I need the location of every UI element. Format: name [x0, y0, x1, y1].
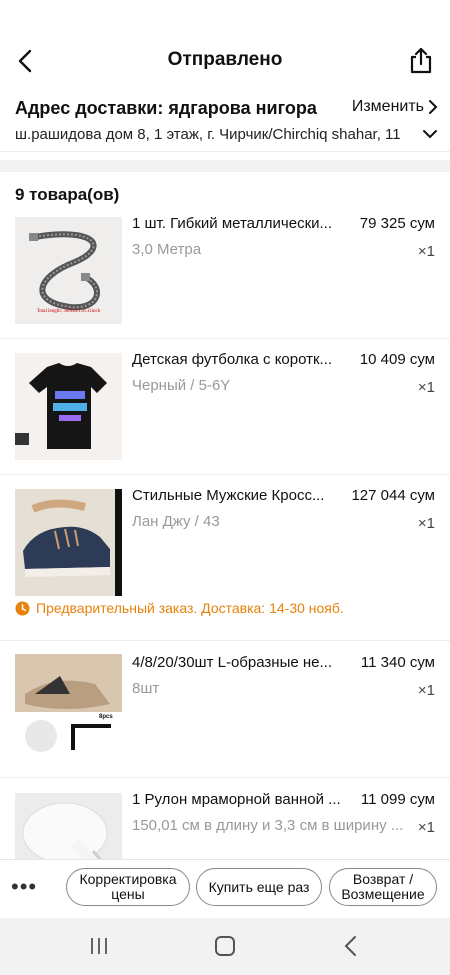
product-variant: 150,01 см в длину и 3,3 см в ширину ...: [132, 817, 404, 834]
share-icon[interactable]: [408, 46, 434, 74]
product-image-caption: Total length: 300cm/118.11inch: [36, 309, 101, 314]
product-image-sneakers[interactable]: [15, 489, 122, 596]
product-name[interactable]: 1 шт. Гибкий металлически...: [132, 215, 342, 232]
price-adjust-button[interactable]: Корректировка цены: [66, 868, 190, 906]
return-refund-button[interactable]: Возврат / Возмещение: [329, 868, 437, 906]
top-app-bar: Отправлено: [0, 38, 450, 84]
preorder-text: Предварительный заказ. Доставка: 14-30 н…: [36, 600, 344, 616]
nav-back-icon[interactable]: [343, 935, 359, 957]
page-title: Отправлено: [167, 49, 283, 70]
product-image-kids-tshirt[interactable]: [15, 353, 122, 460]
product-image-caption: 8pcs: [99, 714, 113, 720]
more-options-button[interactable]: •••: [11, 874, 37, 900]
product-quantity: ×1: [417, 819, 435, 836]
product-name[interactable]: 1 Рулон мраморной ванной ...: [132, 791, 342, 808]
clock-icon: [15, 600, 30, 616]
items-count: 9 товара(ов): [15, 185, 120, 204]
list-item[interactable]: Детская футболка с коротк... 10 409 сум …: [0, 339, 450, 475]
product-quantity: ×1: [417, 243, 435, 260]
product-quantity: ×1: [417, 515, 435, 532]
system-navigation-bar: [0, 918, 450, 975]
chevron-right-icon: [429, 100, 438, 114]
delivery-address-title: Адрес доставки: ядгарова нигора: [15, 98, 317, 118]
section-divider: [0, 160, 450, 172]
product-price: 127 044 сум: [351, 487, 435, 504]
bottom-action-bar: ••• Корректировка цены Купить еще раз Во…: [0, 859, 450, 917]
change-address-label: Изменить: [351, 98, 424, 115]
list-item[interactable]: Total length: 300cm/118.11inch 1 шт. Гиб…: [0, 203, 450, 339]
product-image-marble-tape[interactable]: [15, 793, 122, 859]
delivery-address-line: ш.рашидова дом 8, 1 этаж, г. Чирчик/Chir…: [15, 126, 401, 143]
product-quantity: ×1: [417, 682, 435, 699]
product-name[interactable]: Стильные Мужские Кросс...: [132, 487, 342, 504]
product-name[interactable]: Детская футболка с коротк...: [132, 351, 342, 368]
product-price: 11 099 сум: [360, 791, 435, 808]
change-address-button[interactable]: Изменить: [352, 98, 438, 116]
product-variant: Лан Джу / 43: [132, 513, 220, 530]
buy-again-button[interactable]: Купить еще раз: [196, 868, 322, 906]
product-variant: 3,0 Метра: [132, 241, 202, 258]
section-divider: [0, 640, 450, 641]
product-variant: 8шт: [132, 680, 160, 697]
chevron-down-icon[interactable]: [422, 126, 438, 142]
product-quantity: ×1: [417, 379, 435, 396]
product-price: 11 340 сум: [360, 654, 435, 671]
product-name[interactable]: 4/8/20/30шт L-образные не...: [132, 654, 342, 671]
product-price: 79 325 сум: [359, 215, 435, 232]
product-image-metal-hose[interactable]: Total length: 300cm/118.11inch: [15, 217, 122, 324]
product-price: 10 409 сум: [359, 351, 435, 368]
list-item[interactable]: 8pcs 4/8/20/30шт L-образные не... 11 340…: [0, 642, 450, 778]
product-image-l-shaped-pads[interactable]: 8pcs: [15, 654, 122, 761]
preorder-notice: Предварительный заказ. Доставка: 14-30 н…: [15, 600, 344, 616]
delivery-address-section[interactable]: Адрес доставки: ядгарова нигора Изменить…: [0, 94, 450, 152]
list-item[interactable]: 1 Рулон мраморной ванной ... 11 099 сум …: [0, 779, 450, 859]
nav-home-icon[interactable]: [214, 935, 236, 957]
product-variant: Черный / 5-6Y: [132, 377, 231, 394]
nav-recents-icon[interactable]: [89, 936, 109, 956]
list-item[interactable]: Стильные Мужские Кросс... 127 044 сум Ла…: [0, 475, 450, 596]
